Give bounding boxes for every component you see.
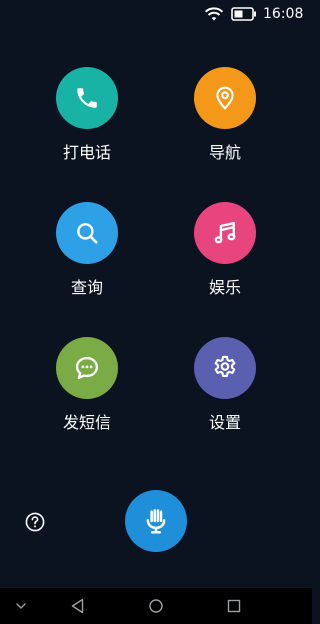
chat-bubble-icon: [75, 356, 99, 380]
wifi-icon: [204, 7, 224, 21]
app-sms[interactable]: 发短信: [27, 337, 147, 447]
settings-button[interactable]: [194, 337, 256, 399]
app-label: 发短信: [62, 413, 111, 432]
app-search[interactable]: 查询: [27, 202, 147, 312]
phone-icon: [77, 88, 97, 108]
app-label: 娱乐: [208, 278, 241, 297]
app-label: 导航: [208, 143, 241, 162]
app-entertainment[interactable]: 娱乐: [165, 202, 285, 312]
app-call[interactable]: 打电话: [27, 67, 147, 177]
help-icon[interactable]: [25, 512, 45, 532]
battery-icon: [231, 7, 256, 21]
location-pin-icon: [216, 86, 234, 110]
app-label: 查询: [70, 278, 103, 297]
app-settings[interactable]: 设置: [165, 337, 285, 447]
home-icon[interactable]: [147, 597, 165, 615]
back-icon[interactable]: [69, 597, 87, 615]
navigation-button[interactable]: [194, 67, 256, 129]
chevron-down-icon[interactable]: [12, 597, 30, 615]
music-note-icon: [214, 221, 236, 244]
gear-icon: [214, 355, 236, 377]
sms-button[interactable]: [56, 337, 118, 399]
search-button[interactable]: [56, 202, 118, 264]
system-nav-bar: [0, 588, 312, 624]
app-label: 设置: [208, 413, 241, 432]
entertainment-button[interactable]: [194, 202, 256, 264]
recent-apps-icon[interactable]: [225, 597, 243, 615]
call-button[interactable]: [56, 67, 118, 129]
app-navigation[interactable]: 导航: [165, 67, 285, 177]
voice-input-button[interactable]: [125, 490, 187, 552]
microphone-icon: [146, 509, 166, 534]
status-time: 16:08: [263, 6, 304, 22]
app-label: 打电话: [62, 143, 111, 162]
voice-assistant-screen: 16:08 打电话 导航 查询 娱乐 发短信 设置: [0, 0, 312, 624]
status-bar: 16:08: [0, 0, 312, 28]
search-icon: [77, 223, 98, 244]
